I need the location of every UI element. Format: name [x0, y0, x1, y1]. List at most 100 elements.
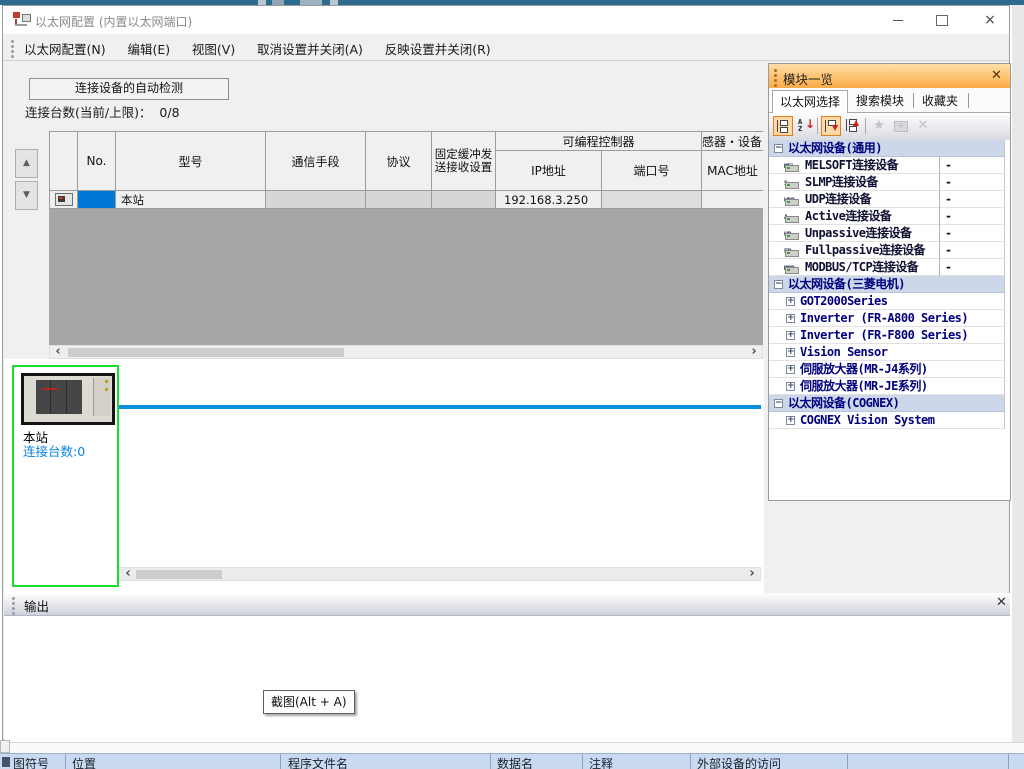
- plc-row-icon: [55, 193, 73, 206]
- scrollbar-thumb[interactable]: [136, 570, 222, 579]
- scroll-right-icon[interactable]: ›: [748, 346, 760, 358]
- output-panel-header[interactable]: 输出 ✕: [4, 593, 1010, 616]
- tree-item-got2000[interactable]: + GOT2000Series: [769, 293, 1005, 310]
- menu-view[interactable]: 视图(V): [183, 34, 244, 60]
- tree-item-fullpassive[interactable]: FP Fullpassive连接设备 -: [769, 242, 1005, 259]
- tree-section-label: 以太网设备(通用): [788, 140, 882, 157]
- module-panel-header[interactable]: 模块一览 ✕: [769, 64, 1010, 89]
- output-panel-close-icon[interactable]: ✕: [996, 595, 1007, 610]
- tree-item-vision-sensor[interactable]: + Vision Sensor: [769, 344, 1005, 361]
- tree-item-label: SLMP连接设备: [805, 174, 878, 191]
- expand-icon[interactable]: +: [786, 416, 795, 425]
- expand-icon[interactable]: +: [786, 297, 795, 306]
- expand-tree-icon[interactable]: ▲: [843, 116, 863, 136]
- selected-station-box[interactable]: 本站 连接台数:0: [12, 365, 119, 587]
- menu-cancel-close[interactable]: 取消设置并关闭(A): [248, 34, 372, 60]
- dialog-titlebar[interactable]: 以太网配置 (内置以太网端口) ×: [3, 6, 1009, 34]
- tree-item-label: Inverter (FR-A800 Series): [800, 310, 968, 327]
- delete-icon[interactable]: ✕: [913, 116, 933, 136]
- expand-icon[interactable]: +: [786, 365, 795, 374]
- collapse-icon[interactable]: −: [774, 399, 783, 408]
- tree-item-label: Fullpassive连接设备: [805, 242, 925, 259]
- header-mac[interactable]: MAC地址: [702, 151, 763, 191]
- tree-item-inverter-f800[interactable]: + Inverter (FR-F800 Series): [769, 327, 1005, 344]
- header-port[interactable]: 端口号: [602, 151, 702, 191]
- scroll-left-icon[interactable]: ‹: [122, 568, 134, 580]
- scrollbar-thumb[interactable]: [68, 348, 344, 357]
- tree-item-unpassive[interactable]: UP Unpassive连接设备 -: [769, 225, 1005, 242]
- tree-item-udp[interactable]: UDP UDP连接设备 -: [769, 191, 1005, 208]
- row-protocol-cell: [366, 191, 432, 209]
- move-row-up-button[interactable]: ▲: [15, 149, 38, 178]
- tree-item-slmp[interactable]: S SLMP连接设备 -: [769, 174, 1005, 191]
- tree-view-icon[interactable]: [773, 116, 793, 136]
- tree-item-melsoft[interactable]: MEL MELSOFT连接设备 -: [769, 157, 1005, 174]
- header-ip[interactable]: IP地址: [496, 151, 602, 191]
- header-fixed-buffer[interactable]: 固定缓冲发 送接收设置: [432, 132, 496, 191]
- status-bar: 图符号 位置 程序文件名 数据名 注释 外部设备的访问: [0, 753, 1024, 769]
- collapse-tree-icon[interactable]: ▼: [821, 116, 841, 136]
- status-separator: [582, 754, 583, 769]
- header-comm[interactable]: 通信手段: [266, 132, 366, 191]
- row-ip-cell[interactable]: 192.168.3.250: [496, 191, 602, 209]
- add-to-folder-icon[interactable]: +: [891, 116, 911, 136]
- scroll-left-icon[interactable]: ‹: [52, 346, 64, 358]
- tree-section-mitsubishi[interactable]: − 以太网设备(三菱电机): [769, 276, 1005, 293]
- tree-item-modbus[interactable]: MOD MODBUS/TCP连接设备 -: [769, 259, 1005, 276]
- tree-item-value: -: [939, 157, 1005, 174]
- module-panel-tabs: 以太网选择 搜索模块 收藏夹: [769, 88, 1010, 113]
- collapse-icon[interactable]: −: [774, 144, 783, 153]
- maximize-button[interactable]: [927, 9, 957, 31]
- scroll-right-icon[interactable]: ›: [746, 568, 758, 580]
- menu-ethernet-config[interactable]: 以太网配置(N): [15, 34, 115, 60]
- minimize-button[interactable]: [883, 9, 913, 31]
- status-separator: [847, 754, 848, 769]
- drag-handle-icon[interactable]: [774, 69, 777, 89]
- expand-icon[interactable]: +: [786, 314, 795, 323]
- scroll-corner: [0, 740, 10, 753]
- toolbar-separator: [865, 118, 866, 134]
- header-protocol[interactable]: 协议: [366, 132, 432, 191]
- canvas-horizontal-scrollbar[interactable]: ‹ ›: [119, 567, 761, 581]
- favorite-star-icon[interactable]: ★: [869, 116, 889, 136]
- row-icon-cell[interactable]: [50, 191, 78, 209]
- header-group-sensor: 感器・设备: [702, 132, 763, 151]
- close-button[interactable]: ×: [975, 9, 1005, 31]
- status-comment: 注释: [589, 755, 613, 769]
- tree-item-servo-mrje[interactable]: + 伺服放大器(MR-JE系列): [769, 378, 1005, 395]
- module-panel-close-icon[interactable]: ✕: [991, 68, 1002, 83]
- tab-separator: [913, 93, 914, 108]
- expand-icon[interactable]: +: [786, 382, 795, 391]
- tree-section-general[interactable]: − 以太网设备(通用): [769, 140, 1005, 157]
- expand-icon[interactable]: +: [786, 348, 795, 357]
- row-model-cell[interactable]: 本站: [116, 191, 266, 209]
- tab-search-module[interactable]: 搜索模块: [849, 90, 911, 112]
- tab-favorites[interactable]: 收藏夹: [915, 90, 965, 112]
- tree-item-cognex-vision[interactable]: + COGNEX Vision System: [769, 412, 1005, 429]
- row-no-cell-selected[interactable]: [78, 191, 116, 209]
- tree-item-servo-mrj4[interactable]: + 伺服放大器(MR-J4系列): [769, 361, 1005, 378]
- sort-az-icon[interactable]: AZ↓: [795, 116, 815, 136]
- network-diagram-area[interactable]: 本站 连接台数:0 ‹ ›: [4, 359, 764, 593]
- row-port-cell[interactable]: [602, 191, 702, 209]
- auto-detect-button[interactable]: 连接设备的自动检测: [29, 78, 229, 100]
- tree-item-active[interactable]: A Active连接设备 -: [769, 208, 1005, 225]
- tab-ethernet-selection[interactable]: 以太网选择: [772, 90, 848, 115]
- header-no[interactable]: No.: [78, 132, 116, 191]
- row-mac-cell: [702, 191, 763, 209]
- drag-handle-icon[interactable]: [12, 597, 15, 617]
- menu-apply-close[interactable]: 反映设置并关闭(R): [376, 34, 500, 60]
- move-row-down-button[interactable]: ▼: [15, 181, 38, 210]
- collapse-icon[interactable]: −: [774, 280, 783, 289]
- tree-section-cognex[interactable]: − 以太网设备(COGNEX): [769, 395, 1005, 412]
- tree-item-inverter-a800[interactable]: + Inverter (FR-A800 Series): [769, 310, 1005, 327]
- tree-item-label: 伺服放大器(MR-JE系列): [800, 378, 928, 395]
- drag-handle-icon[interactable]: [11, 40, 14, 60]
- status-separator: [65, 754, 66, 769]
- table-horizontal-scrollbar[interactable]: ‹ ›: [49, 345, 763, 359]
- header-model[interactable]: 型号: [116, 132, 266, 191]
- expand-icon[interactable]: +: [786, 331, 795, 340]
- module-panel-title: 模块一览: [783, 69, 833, 88]
- menu-edit[interactable]: 编辑(E): [118, 34, 179, 60]
- header-icon-col[interactable]: [50, 132, 78, 191]
